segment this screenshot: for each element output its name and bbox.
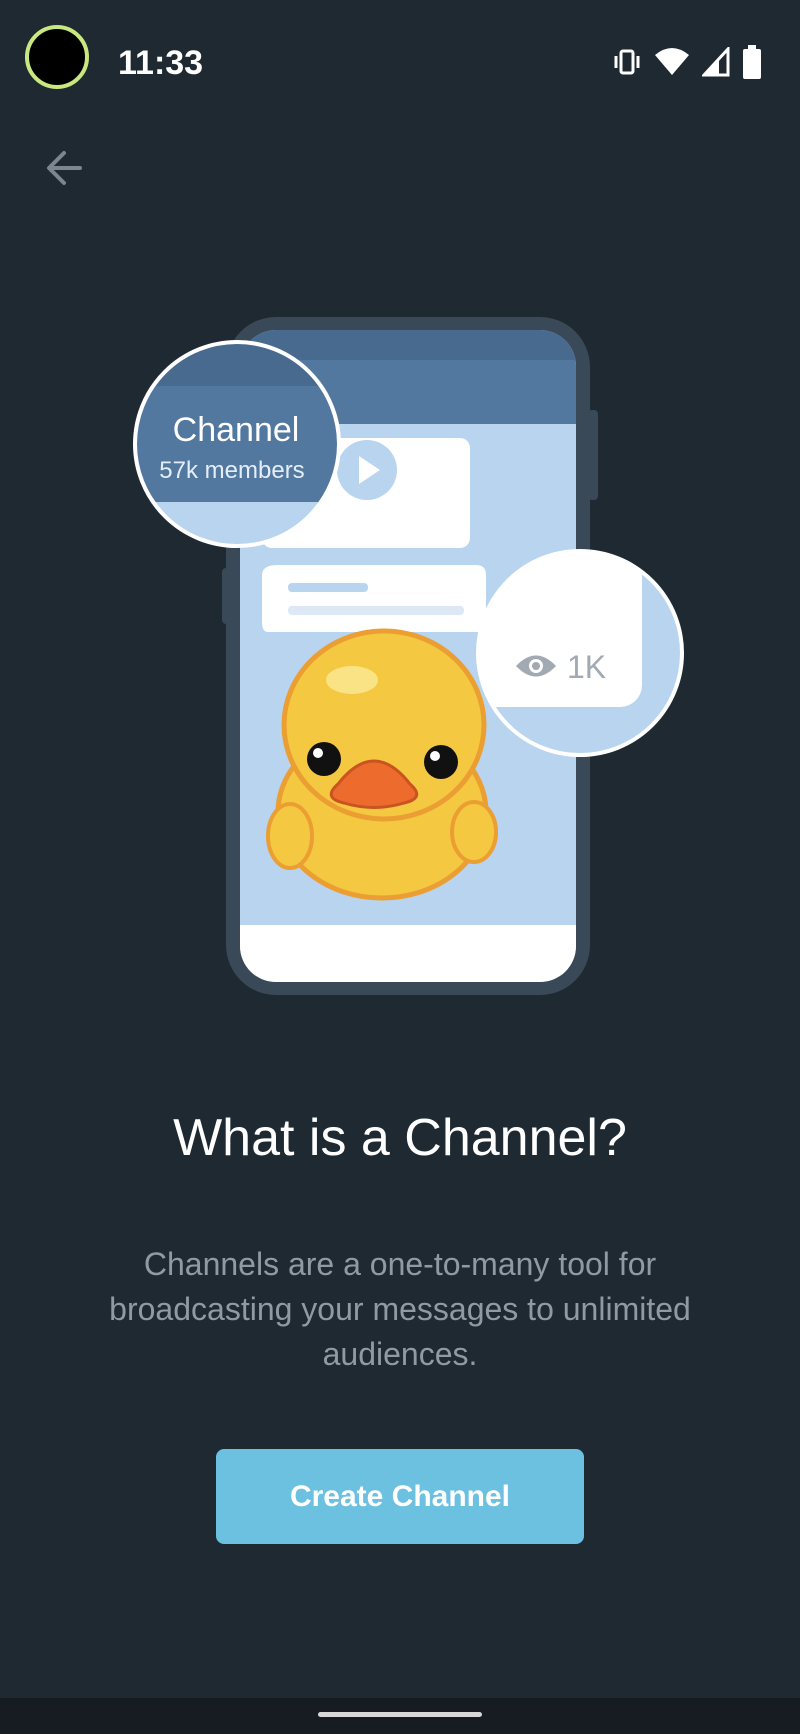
wifi-icon xyxy=(655,48,689,75)
back-button[interactable] xyxy=(36,140,92,196)
status-time: 11:33 xyxy=(118,44,204,82)
navigation-bar xyxy=(0,1698,800,1734)
channel-illustration: Channel 57k members 1K xyxy=(0,300,800,1020)
signal-icon xyxy=(702,47,730,77)
vibrate-icon xyxy=(614,49,640,75)
battery-icon xyxy=(743,45,761,79)
camera-cutout xyxy=(25,25,89,89)
page-description: Channels are a one-to-many tool for broa… xyxy=(109,1246,691,1372)
illustration-graphic: Channel 57k members 1K xyxy=(133,317,684,995)
status-bar: 11:33 xyxy=(0,0,800,130)
arrow-left-icon xyxy=(47,151,82,185)
views-count: 1K xyxy=(567,649,606,685)
play-icon xyxy=(337,440,397,500)
channel-name: Channel xyxy=(173,411,300,449)
text-message-bubble xyxy=(262,565,486,632)
create-channel-button[interactable]: Create Channel xyxy=(216,1449,584,1544)
duck-sticker-icon xyxy=(266,628,498,901)
home-indicator[interactable] xyxy=(318,1712,482,1717)
status-icons xyxy=(612,44,762,80)
page-title: What is a Channel? xyxy=(173,1109,627,1167)
channel-members: 57k members xyxy=(159,457,304,484)
